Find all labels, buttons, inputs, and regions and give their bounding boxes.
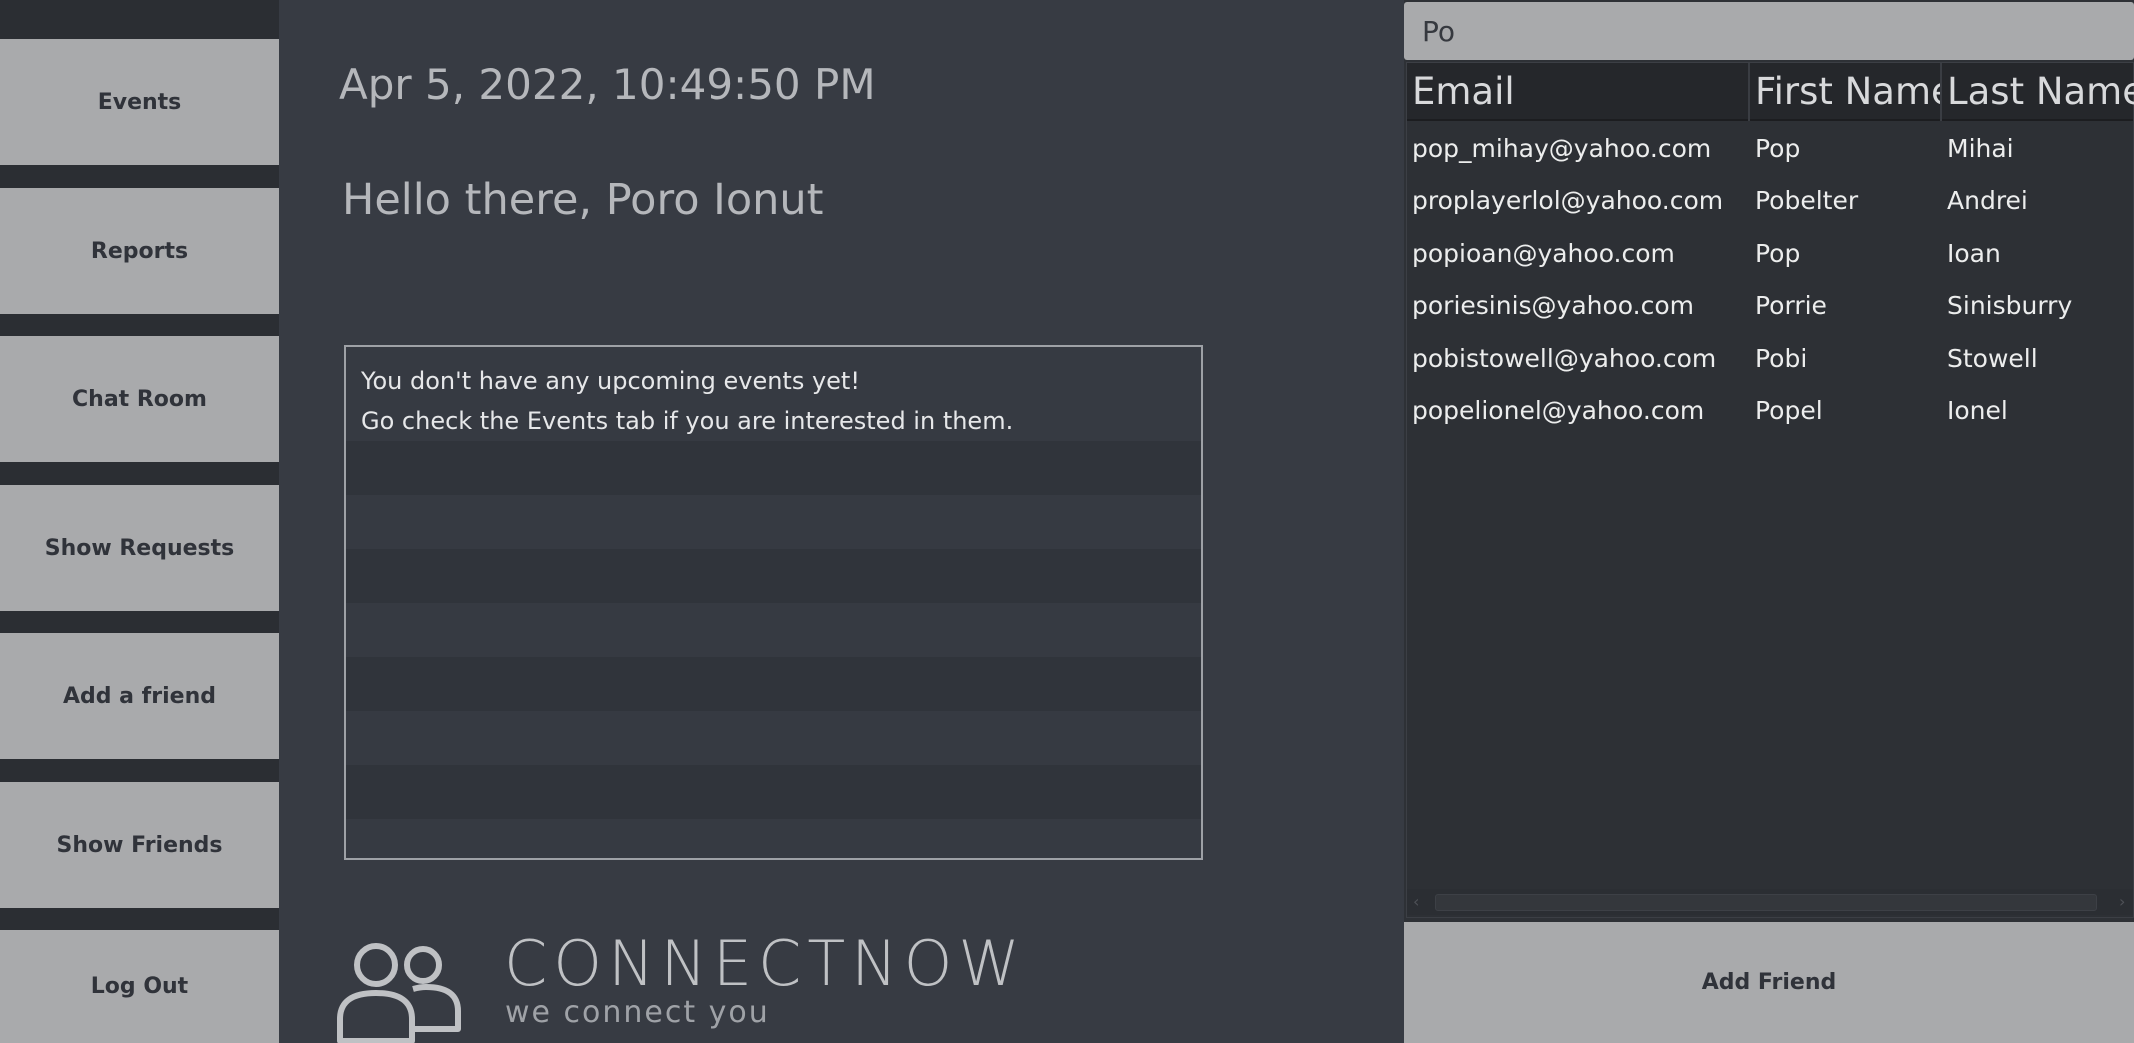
- table-header: Email First Name Last Name: [1407, 63, 2134, 121]
- sidebar-item-reports[interactable]: Reports: [0, 188, 279, 314]
- cell-last-name: Sinisburry: [1947, 291, 2073, 320]
- list-row: [346, 657, 1201, 711]
- greeting-label: Hello there, Poro Ionut: [342, 175, 824, 225]
- list-row: [346, 603, 1201, 657]
- events-empty-line-2: Go check the Events tab if you are inter…: [361, 407, 1014, 435]
- cell-last-name: Ionel: [1947, 396, 2008, 425]
- logo-subtitle: we connect you: [505, 995, 770, 1030]
- cell-email: poriesinis@yahoo.com: [1412, 291, 1695, 320]
- sidebar-item-events[interactable]: Events: [0, 39, 279, 165]
- list-row: [346, 549, 1201, 603]
- table-row[interactable]: poriesinis@yahoo.com Porrie Sinisburry: [1407, 280, 2133, 332]
- column-header-email[interactable]: Email: [1407, 63, 1750, 121]
- scroll-right-icon[interactable]: ›: [2119, 892, 2125, 911]
- cell-first-name: Porrie: [1755, 291, 1827, 320]
- cell-email: pop_mihay@yahoo.com: [1412, 134, 1712, 163]
- sidebar-item-add-a-friend[interactable]: Add a friend: [0, 633, 279, 759]
- sidebar-item-show-requests[interactable]: Show Requests: [0, 485, 279, 611]
- table-row[interactable]: pobistowell@yahoo.com Pobi Stowell: [1407, 333, 2133, 385]
- list-row: [346, 495, 1201, 549]
- sidebar-item-show-friends[interactable]: Show Friends: [0, 782, 279, 908]
- users-table[interactable]: Email First Name Last Name pop_mihay@yah…: [1406, 62, 2134, 918]
- list-row: [346, 441, 1201, 495]
- upcoming-events-list[interactable]: You don't have any upcoming events yet! …: [344, 345, 1203, 860]
- datetime-label: Apr 5, 2022, 10:49:50 PM: [339, 60, 876, 109]
- cell-first-name: Pop: [1755, 134, 1801, 163]
- list-row: [346, 711, 1201, 765]
- table-row[interactable]: popioan@yahoo.com Pop Ioan: [1407, 228, 2133, 280]
- sidebar-item-log-out[interactable]: Log Out: [0, 930, 279, 1043]
- cell-last-name: Andrei: [1947, 186, 2028, 215]
- list-row: [346, 819, 1201, 858]
- cell-first-name: Pobi: [1755, 344, 1808, 373]
- column-header-first-name[interactable]: First Name: [1750, 63, 1942, 121]
- column-header-last-name[interactable]: Last Name: [1942, 63, 2134, 121]
- friend-search-panel: Email First Name Last Name pop_mihay@yah…: [1404, 0, 2134, 1043]
- table-row[interactable]: pop_mihay@yahoo.com Pop Mihai: [1407, 123, 2133, 175]
- events-empty-line-1: You don't have any upcoming events yet!: [361, 367, 860, 395]
- cell-email: popioan@yahoo.com: [1412, 239, 1675, 268]
- scroll-left-icon[interactable]: ‹: [1413, 892, 1419, 911]
- logo-title: CONNECTNOW: [504, 927, 1026, 1000]
- cell-email: pobistowell@yahoo.com: [1412, 344, 1717, 373]
- table-row[interactable]: popelionel@yahoo.com Popel Ionel: [1407, 385, 2133, 437]
- horizontal-scrollbar[interactable]: ‹ ›: [1407, 889, 2133, 915]
- table-row[interactable]: proplayerlol@yahoo.com Pobelter Andrei: [1407, 175, 2133, 227]
- scrollbar-thumb[interactable]: [1435, 894, 2097, 911]
- list-row: [346, 765, 1201, 819]
- cell-last-name: Mihai: [1947, 134, 2014, 163]
- users-icon: [337, 943, 461, 1043]
- cell-first-name: Pop: [1755, 239, 1801, 268]
- cell-email: proplayerlol@yahoo.com: [1412, 186, 1724, 215]
- events-placeholder: You don't have any upcoming events yet! …: [361, 361, 1013, 441]
- cell-first-name: Pobelter: [1755, 186, 1859, 215]
- sidebar: Events Reports Chat Room Show Requests A…: [0, 0, 279, 1043]
- cell-last-name: Ioan: [1947, 239, 2001, 268]
- cell-last-name: Stowell: [1947, 344, 2038, 373]
- sidebar-item-chat-room[interactable]: Chat Room: [0, 336, 279, 462]
- search-input[interactable]: [1404, 2, 2134, 60]
- app-logo: CONNECTNOW we connect you: [334, 927, 1074, 1043]
- add-friend-button[interactable]: Add Friend: [1404, 922, 2134, 1043]
- cell-first-name: Popel: [1755, 396, 1823, 425]
- cell-email: popelionel@yahoo.com: [1412, 396, 1705, 425]
